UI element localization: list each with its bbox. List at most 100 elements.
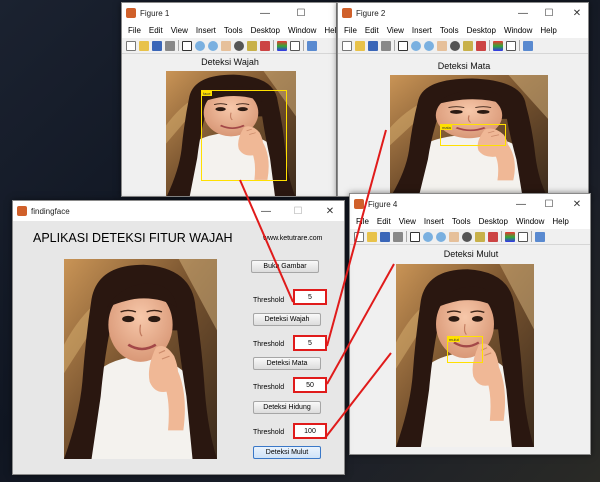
brush-icon[interactable]	[260, 40, 270, 51]
menu-desktop[interactable]: Desktop	[463, 26, 500, 35]
print-icon[interactable]	[165, 40, 175, 51]
threshold-mouth-input[interactable]: 100	[293, 423, 327, 439]
findingface-titlebar[interactable]: findingface — ☐ ✕	[13, 201, 344, 221]
pointer-icon[interactable]	[410, 231, 420, 242]
menu-edit[interactable]: Edit	[145, 26, 167, 35]
minimize-icon[interactable]: —	[508, 194, 534, 214]
new-file-icon[interactable]	[354, 231, 364, 242]
threshold-face-value: 5	[308, 293, 312, 301]
menu-file[interactable]: File	[340, 26, 361, 35]
save-icon[interactable]	[368, 40, 378, 51]
data-cursor-icon[interactable]	[475, 231, 485, 242]
threshold-mouth-value: 100	[304, 427, 316, 435]
dock-icon[interactable]	[307, 40, 317, 51]
menu-edit[interactable]: Edit	[361, 26, 383, 35]
threshold-face-input[interactable]: 5	[293, 289, 327, 305]
menu-desktop[interactable]: Desktop	[475, 217, 512, 226]
menu-insert[interactable]: Insert	[420, 217, 448, 226]
figure2-titlebar[interactable]: Figure 2 — ☐ ✕	[338, 3, 588, 23]
brush-icon[interactable]	[488, 231, 498, 242]
figure4-titlebar[interactable]: Figure 4 — ☐ ✕	[350, 194, 590, 214]
rotate-icon[interactable]	[450, 40, 460, 51]
legend-icon[interactable]	[506, 40, 516, 51]
zoom-out-icon[interactable]	[436, 231, 446, 242]
toolbar-separator	[406, 231, 407, 242]
close-icon[interactable]: ✕	[564, 194, 590, 214]
minimize-icon[interactable]: —	[252, 3, 278, 23]
figure2-toolbar	[338, 38, 588, 54]
rotate-icon[interactable]	[234, 40, 244, 51]
open-image-button[interactable]: Buka Gambar	[251, 260, 319, 273]
colorbar-icon[interactable]	[505, 231, 515, 242]
zoom-in-icon[interactable]	[195, 40, 205, 51]
rotate-icon[interactable]	[462, 231, 472, 242]
maximize-icon[interactable]: ☐	[536, 3, 562, 23]
close-icon[interactable]: ✕	[317, 201, 343, 221]
menu-view[interactable]: View	[383, 26, 408, 35]
menu-tools[interactable]: Tools	[220, 26, 247, 35]
dock-icon[interactable]	[535, 231, 545, 242]
pan-icon[interactable]	[221, 40, 231, 51]
menu-edit[interactable]: Edit	[373, 217, 395, 226]
colorbar-icon[interactable]	[493, 40, 503, 51]
maximize-icon[interactable]: ☐	[288, 3, 314, 23]
data-cursor-icon[interactable]	[247, 40, 257, 51]
detect-nose-button[interactable]: Deteksi Hidung	[253, 401, 321, 414]
menu-window[interactable]: Window	[512, 217, 548, 226]
maximize-icon[interactable]: ☐	[285, 201, 311, 221]
zoom-in-icon[interactable]	[411, 40, 421, 51]
menu-insert[interactable]: Insert	[408, 26, 436, 35]
legend-icon[interactable]	[290, 40, 300, 51]
figure1-titlebar[interactable]: Figure 1 — ☐	[122, 3, 336, 23]
zoom-out-icon[interactable]	[208, 40, 218, 51]
legend-icon[interactable]	[518, 231, 528, 242]
findingface-title: findingface	[31, 206, 70, 216]
maximize-icon[interactable]: ☐	[536, 194, 562, 214]
menu-file[interactable]: File	[124, 26, 145, 35]
figure4-image: mulut	[396, 264, 534, 447]
close-icon[interactable]: ✕	[564, 3, 588, 23]
print-icon[interactable]	[381, 40, 391, 51]
detect-face-button[interactable]: Deteksi Wajah	[253, 313, 321, 326]
save-icon[interactable]	[380, 231, 390, 242]
minimize-icon[interactable]: —	[253, 201, 279, 221]
threshold-eyes-value: 5	[308, 339, 312, 347]
pan-icon[interactable]	[449, 231, 459, 242]
menu-help[interactable]: Help	[536, 26, 560, 35]
menu-file[interactable]: File	[352, 217, 373, 226]
new-file-icon[interactable]	[126, 40, 136, 51]
menu-tools[interactable]: Tools	[436, 26, 463, 35]
threshold-eyes-input[interactable]: 5	[293, 335, 327, 351]
menu-window[interactable]: Window	[284, 26, 320, 35]
figure2-window: Figure 2 — ☐ ✕ File Edit View Insert Too…	[337, 2, 589, 197]
new-file-icon[interactable]	[342, 40, 352, 51]
detect-eyes-button[interactable]: Deteksi Mata	[253, 357, 321, 370]
minimize-icon[interactable]: —	[510, 3, 536, 23]
zoom-out-icon[interactable]	[424, 40, 434, 51]
mouth-detection-box: mulut	[447, 336, 483, 363]
menu-desktop[interactable]: Desktop	[247, 26, 284, 35]
zoom-in-icon[interactable]	[423, 231, 433, 242]
data-cursor-icon[interactable]	[463, 40, 473, 51]
threshold-nose-input[interactable]: 50	[293, 377, 327, 393]
pointer-icon[interactable]	[398, 40, 408, 51]
menu-help[interactable]: Help	[320, 26, 336, 35]
menu-window[interactable]: Window	[500, 26, 536, 35]
brush-icon[interactable]	[476, 40, 486, 51]
menu-view[interactable]: View	[395, 217, 420, 226]
save-icon[interactable]	[152, 40, 162, 51]
open-folder-icon[interactable]	[367, 231, 377, 242]
colorbar-icon[interactable]	[277, 40, 287, 51]
menu-insert[interactable]: Insert	[192, 26, 220, 35]
pan-icon[interactable]	[437, 40, 447, 51]
detect-mouth-button[interactable]: Deteksi Mulut	[253, 446, 321, 459]
open-folder-icon[interactable]	[355, 40, 365, 51]
menu-help[interactable]: Help	[548, 217, 572, 226]
figure2-menubar: File Edit View Insert Tools Desktop Wind…	[338, 23, 588, 38]
print-icon[interactable]	[393, 231, 403, 242]
pointer-icon[interactable]	[182, 40, 192, 51]
menu-tools[interactable]: Tools	[448, 217, 475, 226]
dock-icon[interactable]	[523, 40, 533, 51]
open-folder-icon[interactable]	[139, 40, 149, 51]
menu-view[interactable]: View	[167, 26, 192, 35]
